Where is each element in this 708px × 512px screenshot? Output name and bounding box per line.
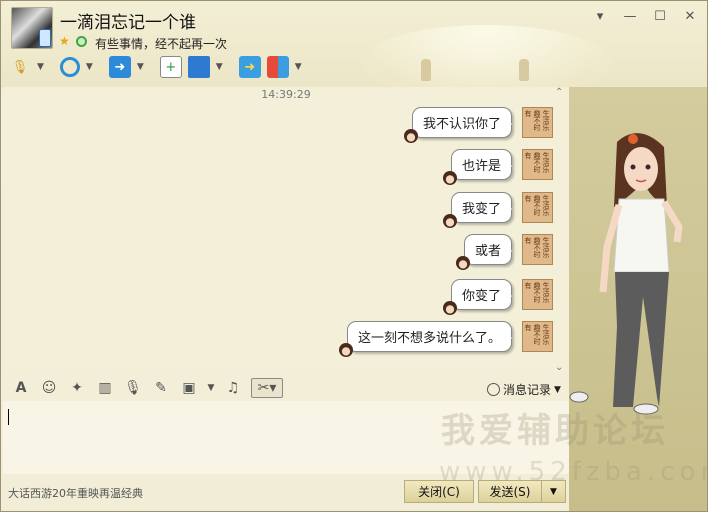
apps-icon[interactable] [266, 56, 289, 78]
message-timestamp: 14:39:29 [261, 88, 311, 101]
sender-avatar[interactable]: 生活乐趣不时有 [522, 149, 553, 180]
message-history-button[interactable]: 消息记录 ▼ [487, 381, 561, 398]
chevron-down-icon[interactable]: ▼ [295, 62, 302, 72]
emoji-icon[interactable]: ☺ [39, 378, 59, 398]
message-row: 你变了 生活乐趣不时有 [442, 279, 553, 315]
close-button[interactable]: 关闭(C) [404, 480, 474, 503]
message-row: 或者 生活乐趣不时有 [455, 234, 553, 270]
scroll-up-icon[interactable]: ⌃ [555, 87, 563, 98]
chevron-down-icon: ▼ [550, 486, 557, 497]
screenshot-scissors-icon[interactable]: ✂▾ [251, 378, 283, 398]
sender-avatar[interactable]: 生活乐趣不时有 [522, 192, 553, 223]
message-scrollbar[interactable]: ⌃ ⌄ [554, 87, 568, 373]
ad-link[interactable]: 大话西游20年重映再温经典 [8, 485, 143, 501]
remote-screen-icon[interactable] [187, 56, 210, 78]
message-row: 这一刻不想多说什么了。 生活乐趣不时有 [338, 321, 553, 357]
sender-avatar[interactable]: 生活乐趣不时有 [522, 321, 553, 352]
close-window-button[interactable]: ✕ [683, 9, 697, 24]
send-options-button[interactable]: ▼ [541, 480, 566, 503]
main-toolbar: 🎙 ▼ ▼ ➜ ▼ + ▼ ➜ ▼ [9, 56, 312, 78]
message-bubble[interactable]: 你变了 [442, 279, 513, 315]
message-bubble[interactable]: 或者 [455, 234, 513, 270]
message-bubble[interactable]: 我变了 [442, 192, 513, 228]
message-row: 也许是 生活乐趣不时有 [442, 149, 553, 185]
window-controls: ▾ — ☐ ✕ [593, 9, 697, 24]
message-row: 我不认识你了 生活乐趣不时有 [403, 107, 553, 143]
chevron-down-icon[interactable]: ▼ [207, 378, 215, 398]
send-button[interactable]: 发送(S) [478, 480, 542, 503]
mic-icon[interactable]: 🎙 [9, 56, 31, 78]
figure-decoration [519, 59, 529, 81]
mobile-online-icon [39, 29, 51, 47]
message-list[interactable]: 14:39:29 我不认识你了 生活乐趣不时有 也许是 生活乐趣不时有 我变了 … [3, 87, 569, 373]
music-icon[interactable]: ♫ [223, 378, 243, 398]
dropdown-arrow-icon[interactable]: ▾ [593, 9, 607, 24]
scroll-down-icon[interactable]: ⌄ [555, 362, 563, 373]
add-chat-icon[interactable]: + [159, 56, 182, 78]
magic-icon[interactable]: ✦ [67, 378, 87, 398]
maximize-button[interactable]: ☐ [653, 9, 667, 24]
figure-decoration [421, 59, 431, 81]
chevron-down-icon[interactable]: ▼ [37, 62, 44, 72]
chevron-down-icon[interactable]: ▼ [86, 62, 93, 72]
input-toolbar: A ☺ ✦ ▥ 🎙 ✎ ▣ ▼ ♫ ✂▾ [11, 378, 283, 398]
message-bubble[interactable]: 我不认识你了 [403, 107, 513, 143]
watermark-text: 我爱辅助论坛 [441, 411, 669, 451]
sender-avatar[interactable]: 生活乐趣不时有 [522, 234, 553, 265]
contact-name[interactable]: 一滴泪忘记一个谁 [60, 8, 196, 33]
contact-signature: 有些事情，经不起再一次 [95, 37, 228, 51]
image-icon[interactable]: ▣ [179, 378, 199, 398]
chevron-down-icon[interactable]: ▼ [137, 62, 144, 72]
sender-avatar[interactable]: 生活乐趣不时有 [522, 279, 553, 310]
voice-message-icon[interactable]: 🎙 [123, 378, 143, 398]
message-row: 我变了 生活乐趣不时有 [442, 192, 553, 228]
qzone-icon[interactable] [76, 36, 87, 47]
webcam-icon[interactable] [59, 57, 80, 77]
share-screen-icon[interactable]: ➜ [238, 56, 261, 78]
folder-transfer-icon[interactable]: ➜ [108, 56, 131, 78]
message-bubble[interactable]: 这一刻不想多说什么了。 [338, 321, 513, 357]
star-icon[interactable]: ★ [59, 34, 70, 48]
minimize-button[interactable]: — [623, 9, 637, 24]
shake-icon[interactable]: ▥ [95, 378, 115, 398]
font-icon[interactable]: A [11, 378, 31, 398]
chevron-down-icon[interactable]: ▼ [216, 62, 223, 72]
message-bubble[interactable]: 也许是 [442, 149, 513, 185]
edit-icon[interactable]: ✎ [151, 378, 171, 398]
chat-window: 一滴泪忘记一个谁 ★ 有些事情，经不起再一次 ▾ — ☐ ✕ 🎙 ▼ ▼ ➜ ▼ +… [0, 0, 708, 512]
sender-avatar[interactable]: 生活乐趣不时有 [522, 107, 553, 138]
chevron-down-icon: ▼ [554, 384, 561, 395]
clock-icon [487, 383, 500, 396]
text-cursor [8, 409, 9, 425]
